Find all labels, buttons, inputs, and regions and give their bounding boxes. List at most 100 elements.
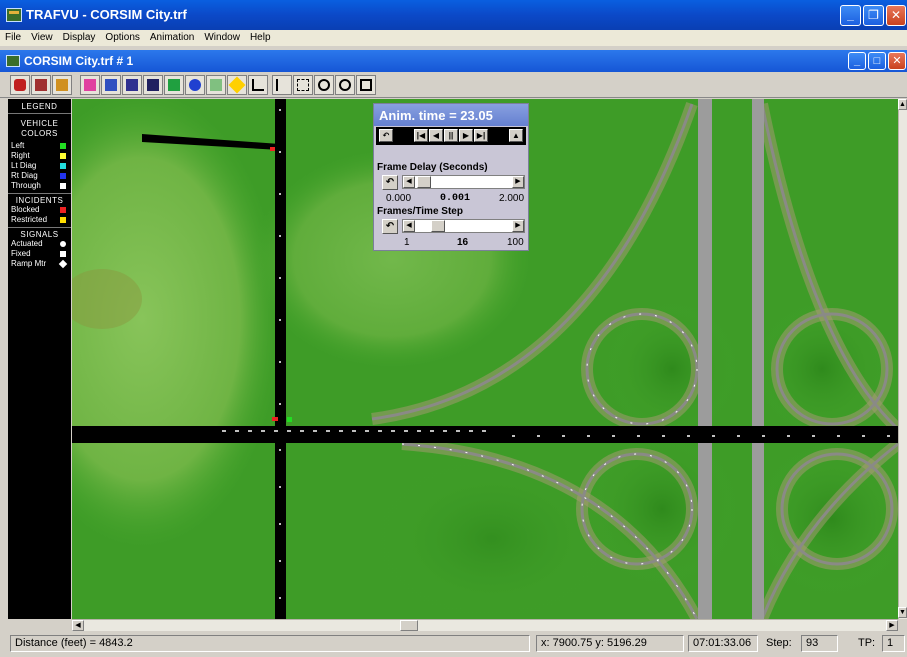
- fixed-square-icon: [60, 251, 66, 257]
- legend-label: Right: [11, 151, 30, 160]
- color-swatch: [60, 183, 66, 189]
- skip-to-start-icon[interactable]: |◀: [414, 129, 428, 142]
- slider-right-arrow-icon[interactable]: ▶: [512, 220, 524, 232]
- actuated-circle-icon: [60, 241, 66, 247]
- frame-delay-label: Frame Delay (Seconds): [377, 162, 488, 173]
- frame-delay-slider[interactable]: ◀ ▶: [402, 175, 525, 189]
- menu-options[interactable]: Options: [100, 30, 144, 43]
- pointer-icon[interactable]: [272, 75, 292, 95]
- step-back-icon[interactable]: ◀: [429, 129, 443, 142]
- color-swatch: [60, 217, 66, 223]
- lane-icon[interactable]: [122, 75, 142, 95]
- legend-panel: LEGEND VEHICLE COLORS Left Right Lt Diag…: [8, 99, 71, 619]
- frames-min: 1: [404, 237, 410, 248]
- menu-window[interactable]: Window: [199, 30, 245, 43]
- collapse-panel-icon[interactable]: ▲: [509, 129, 523, 142]
- zoom-out-icon[interactable]: [335, 75, 355, 95]
- simulation-clock: 07:01:33.06: [688, 635, 758, 652]
- child-close-button[interactable]: ✕: [888, 52, 906, 70]
- legend-label: Restricted: [11, 215, 48, 224]
- frames-per-step-label: Frames/Time Step: [377, 206, 463, 217]
- menu-view[interactable]: View: [26, 30, 58, 43]
- frame-delay-thumb[interactable]: [417, 176, 431, 188]
- frame-delay-max: 2.000: [499, 193, 525, 204]
- scroll-right-arrow-icon[interactable]: ▶: [886, 620, 898, 631]
- legend-label: Rt Diag: [11, 171, 38, 180]
- color-swatch: [60, 207, 66, 213]
- child-minimize-button[interactable]: _: [848, 52, 866, 70]
- minimize-button[interactable]: _: [840, 5, 861, 26]
- legend-label: Fixed: [11, 249, 31, 258]
- node-icon[interactable]: [143, 75, 163, 95]
- coordinate-readout: x: 7900.75 y: 5196.29: [536, 635, 684, 652]
- frames-value: 16: [457, 237, 469, 248]
- parking-icon[interactable]: [185, 75, 205, 95]
- child-window-title: CORSIM City.trf # 1: [24, 54, 134, 68]
- toolbar: [0, 72, 907, 98]
- vehicle-incident-icon[interactable]: [31, 75, 51, 95]
- legend-item: Fixed: [8, 249, 71, 259]
- menu-animation[interactable]: Animation: [145, 30, 199, 43]
- slider-left-arrow-icon[interactable]: ◀: [403, 220, 415, 232]
- color-swatch: [60, 143, 66, 149]
- vehicle-icon[interactable]: [10, 75, 30, 95]
- frames-reset-icon[interactable]: ↶: [382, 219, 398, 234]
- legend-item: Restricted: [8, 215, 71, 225]
- frames-per-step-thumb[interactable]: [431, 220, 445, 232]
- legend-item: Left: [8, 141, 71, 151]
- horizontal-scrollbar[interactable]: ◀ ▶: [72, 619, 898, 631]
- scroll-down-arrow-icon[interactable]: ▼: [898, 607, 907, 618]
- close-button[interactable]: ✕: [886, 5, 906, 26]
- vehicle-colors-title: VEHICLE COLORS: [20, 119, 59, 138]
- menu-file[interactable]: File: [0, 30, 26, 43]
- zoom-in-icon[interactable]: [314, 75, 334, 95]
- link-icon[interactable]: [164, 75, 184, 95]
- play-icon[interactable]: ▶: [459, 129, 473, 142]
- rewind-icon[interactable]: ↶: [379, 129, 393, 142]
- frames-per-step-slider[interactable]: ◀ ▶: [402, 219, 525, 233]
- scroll-left-arrow-icon[interactable]: ◀: [72, 620, 84, 631]
- graph-icon[interactable]: [248, 75, 268, 95]
- signals-title: SIGNALS: [20, 230, 59, 239]
- pause-icon[interactable]: ||: [444, 129, 458, 142]
- legend-item: Rt Diag: [8, 171, 71, 181]
- step-label: Step:: [766, 637, 792, 649]
- restore-button[interactable]: ❐: [863, 5, 884, 26]
- status-bar: Distance (feet) = 4843.2 x: 7900.75 y: 5…: [0, 631, 907, 657]
- zoom-window-icon[interactable]: [293, 75, 313, 95]
- animation-time-title: Anim. time = 23.05: [374, 104, 528, 126]
- signal-icon[interactable]: [52, 75, 72, 95]
- child-window-titlebar[interactable]: CORSIM City.trf # 1 _ □ ✕: [0, 50, 907, 72]
- frames-max: 100: [507, 237, 524, 248]
- slider-right-arrow-icon[interactable]: ▶: [512, 176, 524, 188]
- app-titlebar[interactable]: TRAFVU - CORSIM City.trf _ ❐ ✕: [0, 0, 907, 30]
- incidents-title: INCIDENTS: [15, 196, 64, 205]
- bus-route-icon[interactable]: [80, 75, 100, 95]
- frame-delay-reset-icon[interactable]: ↶: [382, 175, 398, 190]
- ramp-meter-icon[interactable]: [227, 75, 247, 95]
- frame-delay-value: 0.001: [440, 193, 471, 204]
- frame-delay-min: 0.000: [386, 193, 412, 204]
- horizontal-scroll-thumb[interactable]: [400, 620, 418, 631]
- fit-view-icon[interactable]: [356, 75, 376, 95]
- detector-icon[interactable]: [101, 75, 121, 95]
- map-icon[interactable]: [206, 75, 226, 95]
- skip-to-end-icon[interactable]: ▶|: [474, 129, 488, 142]
- legend-item: Blocked: [8, 205, 71, 215]
- animation-control-panel[interactable]: Anim. time = 23.05 ↶ |◀ ◀ || ▶ ▶| ▲ Fram…: [373, 103, 529, 251]
- slider-left-arrow-icon[interactable]: ◀: [403, 176, 415, 188]
- legend-item: Right: [8, 151, 71, 161]
- legend-label: Blocked: [11, 205, 40, 214]
- tp-label: TP:: [858, 637, 876, 649]
- playback-controls: ↶ |◀ ◀ || ▶ ▶| ▲: [376, 127, 526, 145]
- menu-display[interactable]: Display: [58, 30, 101, 43]
- ramp-meter-diamond-icon: [58, 259, 68, 269]
- tp-value: 1: [882, 635, 905, 652]
- menu-help[interactable]: Help: [245, 30, 276, 43]
- child-maximize-button[interactable]: □: [868, 52, 886, 70]
- legend-item: Lt Diag: [8, 161, 71, 171]
- legend-item: Actuated: [8, 239, 71, 249]
- vertical-scrollbar[interactable]: ▲ ▼: [898, 99, 907, 619]
- legend-item: Ramp Mtr: [8, 259, 71, 269]
- scroll-up-arrow-icon[interactable]: ▲: [898, 99, 907, 110]
